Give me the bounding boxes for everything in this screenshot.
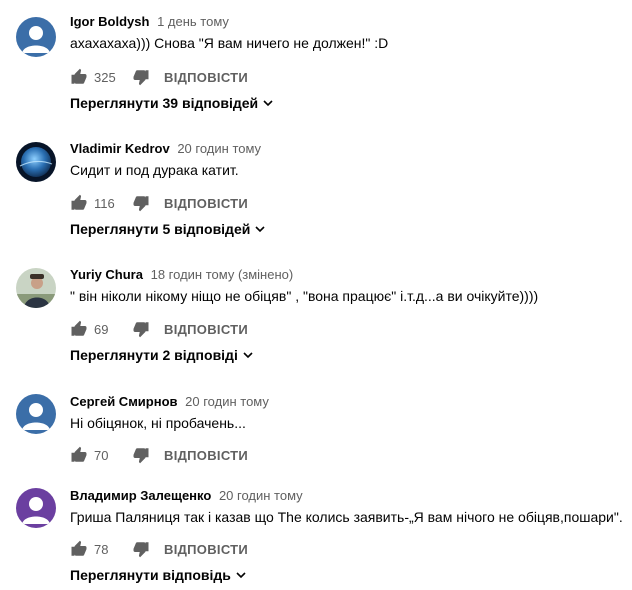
planet-avatar-icon (16, 142, 56, 182)
thumb-down-icon[interactable] (132, 446, 150, 464)
chevron-down-icon (235, 569, 247, 581)
avatar[interactable] (16, 394, 56, 434)
reply-button[interactable]: ВІДПОВІСТИ (164, 70, 248, 85)
comment-text: Сидит и под дурака катит. (70, 162, 239, 178)
view-replies-label: Переглянути 39 відповідей (70, 95, 259, 111)
author-name[interactable]: Сергей Смирнов (70, 394, 178, 409)
like-count: 70 (94, 447, 109, 463)
avatar[interactable] (16, 142, 56, 182)
author-name[interactable]: Igor Boldysh (70, 14, 149, 29)
comment-header: Yuriy Chura 18 годин тому (змінено) (70, 266, 293, 284)
comment-time[interactable]: 20 годин тому (185, 394, 269, 409)
view-replies-label: Переглянути відповідь (70, 567, 231, 583)
comment-actions: 325 ВІДПОВІСТИ (70, 65, 248, 89)
comment-text: Гриша Паляниця так і казав що The колись… (70, 509, 623, 525)
thumb-up-icon[interactable] (70, 320, 88, 338)
reply-button[interactable]: ВІДПОВІСТИ (164, 448, 248, 463)
chevron-down-icon (262, 97, 274, 109)
author-name[interactable]: Vladimir Kedrov (70, 141, 170, 156)
thumb-down-icon[interactable] (132, 320, 150, 338)
comment-header: Igor Boldysh 1 день тому (70, 13, 229, 31)
thumb-up-icon[interactable] (70, 194, 88, 212)
thumb-up-icon[interactable] (70, 446, 88, 464)
reply-button[interactable]: ВІДПОВІСТИ (164, 542, 248, 557)
thumb-down-icon[interactable] (132, 540, 150, 558)
comment-time[interactable]: 20 годин тому (177, 141, 261, 156)
author-name[interactable]: Владимир Залещенко (70, 488, 211, 503)
thumb-up-icon[interactable] (70, 68, 88, 86)
chevron-down-icon (242, 349, 254, 361)
avatar[interactable] (16, 17, 56, 57)
photo-avatar-icon (16, 268, 56, 308)
view-replies-label: Переглянути 5 відповідей (70, 221, 251, 237)
avatar[interactable] (16, 268, 56, 308)
comment-header: Сергей Смирнов 20 годин тому (70, 393, 269, 411)
reply-button[interactable]: ВІДПОВІСТИ (164, 196, 248, 211)
comment-text: ахахахаха))) Снова "Я вам ничего не долж… (70, 35, 389, 51)
view-replies-button[interactable]: Переглянути 39 відповідей (70, 95, 274, 111)
comment-time[interactable]: 18 годин тому (змінено) (151, 267, 294, 282)
view-replies-button[interactable]: Переглянути відповідь (70, 567, 247, 583)
author-name[interactable]: Yuriy Chura (70, 267, 143, 282)
reply-button[interactable]: ВІДПОВІСТИ (164, 322, 248, 337)
comment-time[interactable]: 1 день тому (157, 14, 229, 29)
view-replies-button[interactable]: Переглянути 5 відповідей (70, 221, 266, 237)
thumb-down-icon[interactable] (132, 194, 150, 212)
comment-text: " він ніколи нікому нiщо не обіцяв" , "в… (70, 288, 539, 304)
comment-actions: 70 ВІДПОВІСТИ (70, 443, 248, 467)
avatar[interactable] (16, 488, 56, 528)
like-count: 116 (94, 195, 115, 211)
default-avatar-icon (16, 394, 56, 434)
comment-actions: 116 ВІДПОВІСТИ (70, 191, 248, 215)
comment-header: Владимир Залещенко 20 годин тому (70, 487, 303, 505)
default-avatar-icon (16, 488, 56, 528)
comment-text: Ні обіцянок, ні пробачень... (70, 415, 246, 431)
view-replies-label: Переглянути 2 відповіді (70, 347, 238, 363)
thumb-up-icon[interactable] (70, 540, 88, 558)
comment-actions: 69 ВІДПОВІСТИ (70, 317, 248, 341)
like-count: 78 (94, 541, 109, 557)
default-avatar-icon (16, 17, 56, 57)
view-replies-button[interactable]: Переглянути 2 відповіді (70, 347, 254, 363)
like-count: 69 (94, 321, 109, 337)
comment-actions: 78 ВІДПОВІСТИ (70, 537, 248, 561)
chevron-down-icon (254, 223, 266, 235)
comment-header: Vladimir Kedrov 20 годин тому (70, 140, 261, 158)
like-count: 325 (94, 69, 116, 85)
thumb-down-icon[interactable] (132, 68, 150, 86)
comment-time[interactable]: 20 годин тому (219, 488, 303, 503)
